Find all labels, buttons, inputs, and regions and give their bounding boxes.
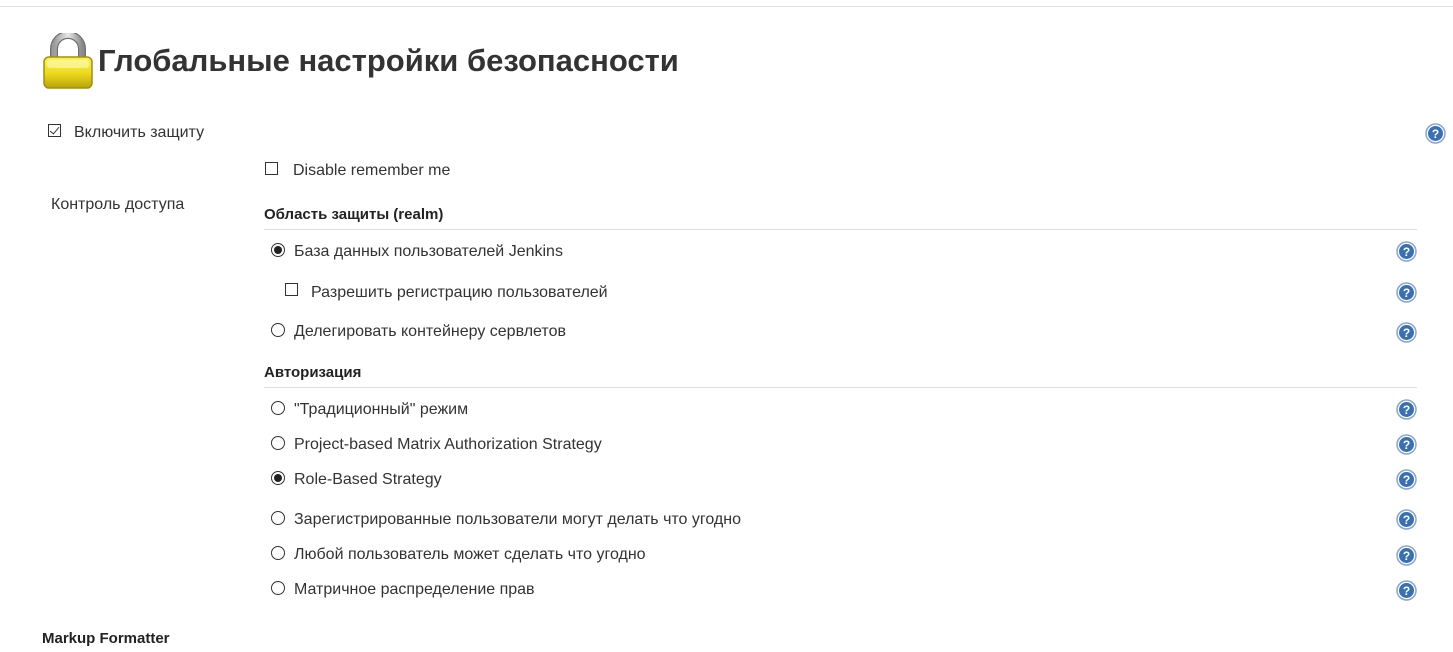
auth-role-based-label: Role-Based Strategy [294, 471, 442, 488]
svg-text:?: ? [1403, 584, 1410, 598]
svg-text:?: ? [1403, 473, 1410, 487]
auth-anyone-radio[interactable] [271, 546, 285, 560]
help-icon[interactable]: ? [1396, 322, 1417, 343]
disable-remember-me-checkbox[interactable] [265, 162, 278, 175]
auth-project-matrix-label: Project-based Matrix Authorization Strat… [294, 436, 602, 453]
enable-security-checkbox[interactable] [48, 124, 61, 137]
help-icon[interactable]: ? [1396, 469, 1417, 490]
help-icon[interactable]: ? [1396, 580, 1417, 601]
svg-text:?: ? [1403, 245, 1410, 259]
page-title: Глобальные настройки безопасности [98, 43, 679, 78]
auth-legacy-label: "Традиционный" режим [294, 401, 469, 418]
auth-anyone-label: Любой пользователь может сделать что уго… [294, 546, 646, 563]
access-control-label: Контроль доступа [51, 196, 185, 213]
realm-servlet-container-label: Делегировать контейнеру сервлетов [294, 323, 566, 340]
help-icon[interactable]: ? [1396, 399, 1417, 420]
svg-text:?: ? [1403, 438, 1410, 452]
svg-text:?: ? [1432, 127, 1439, 141]
markup-formatter-heading: Markup Formatter [42, 630, 170, 647]
help-icon[interactable]: ? [1396, 509, 1417, 530]
allow-signup-checkbox[interactable] [285, 283, 298, 296]
auth-global-matrix-label: Матричное распределение прав [294, 581, 535, 598]
realm-jenkins-db-radio[interactable] [271, 243, 285, 257]
lock-icon [42, 33, 94, 89]
auth-role-based-radio[interactable] [271, 471, 285, 485]
auth-logged-in-radio[interactable] [271, 511, 285, 525]
auth-project-matrix-radio[interactable] [271, 436, 285, 450]
svg-text:?: ? [1403, 403, 1410, 417]
svg-text:?: ? [1403, 286, 1410, 300]
auth-logged-in-label: Зарегистрированные пользователи могут де… [294, 511, 741, 528]
enable-security-label: Включить защиту [74, 124, 205, 141]
realm-separator [264, 229, 1417, 230]
svg-text:?: ? [1403, 326, 1410, 340]
authorization-heading: Авторизация [264, 364, 362, 381]
realm-servlet-container-radio[interactable] [271, 323, 285, 337]
help-icon[interactable]: ? [1396, 282, 1417, 303]
help-icon[interactable]: ? [1396, 434, 1417, 455]
auth-global-matrix-radio[interactable] [271, 581, 285, 595]
realm-heading: Область защиты (realm) [264, 206, 444, 223]
page-header: Глобальные настройки безопасности [42, 33, 679, 89]
svg-text:?: ? [1403, 513, 1410, 527]
disable-remember-me-label: Disable remember me [293, 162, 451, 179]
realm-jenkins-db-label: База данных пользователей Jenkins [294, 243, 563, 260]
allow-signup-label: Разрешить регистрацию пользователей [311, 284, 608, 301]
svg-text:?: ? [1403, 549, 1410, 563]
auth-legacy-radio[interactable] [271, 401, 285, 415]
authorization-separator [264, 387, 1417, 388]
help-icon[interactable]: ? [1396, 241, 1417, 262]
help-icon[interactable]: ? [1425, 123, 1446, 144]
help-icon[interactable]: ? [1396, 545, 1417, 566]
top-border [0, 0, 1453, 7]
